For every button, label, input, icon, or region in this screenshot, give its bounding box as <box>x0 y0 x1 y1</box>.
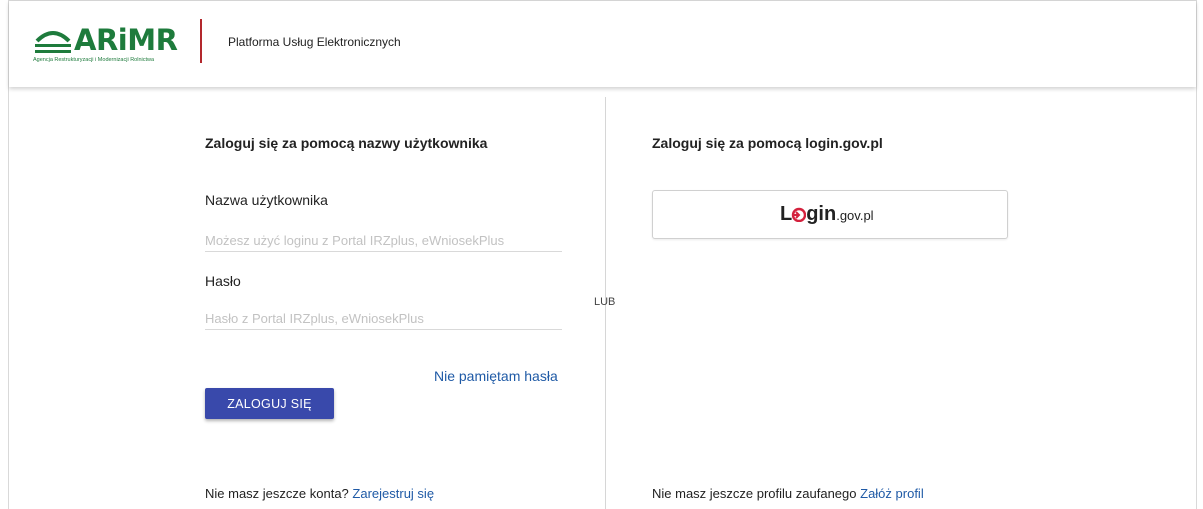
logingov-domain: .gov.pl <box>836 208 874 223</box>
username-label: Nazwa użytkownika <box>205 192 328 208</box>
username-input[interactable] <box>205 230 562 252</box>
page-title: Platforma Usług Elektronicznych <box>228 35 401 49</box>
or-divider-label: LUB <box>594 296 616 308</box>
header-divider <box>200 19 202 63</box>
logo-subtitle: Agencja Restrukturyzacji i Modernizacji … <box>33 57 155 63</box>
username-login-title: Zaloguj się za pomocą nazwy użytkownika <box>205 135 488 151</box>
logingov-button[interactable]: L gin.gov.pl <box>652 190 1008 239</box>
header: ARiMR Agencja Restrukturyzacji i Moderni… <box>9 1 1196 87</box>
frame-right-border <box>1196 0 1197 509</box>
create-profile-link[interactable]: Załóż profil <box>860 486 924 501</box>
logingov-gin: gin <box>806 203 837 225</box>
arimr-roof-icon <box>35 31 71 53</box>
logo-wordmark: ARiMR <box>74 23 178 57</box>
login-button[interactable]: ZALOGUJ SIĘ <box>205 388 334 419</box>
password-input[interactable] <box>205 308 562 330</box>
register-row: Nie masz jeszcze konta? Zarejestruj się <box>205 486 434 501</box>
profile-prompt: Nie masz jeszcze profilu zaufanego <box>652 486 857 501</box>
password-label: Hasło <box>205 273 241 289</box>
login-arrow-icon <box>792 207 807 223</box>
profile-row: Nie masz jeszcze profilu zaufanego Załóż… <box>652 486 924 501</box>
register-link[interactable]: Zarejestruj się <box>352 486 434 501</box>
logingov-logo: L gin.gov.pl <box>780 203 874 226</box>
logingov-login-title: Zaloguj się za pomocą login.gov.pl <box>652 135 883 151</box>
forgot-password-link[interactable]: Nie pamiętam hasła <box>434 368 558 384</box>
arimr-logo[interactable]: ARiMR Agencja Restrukturyzacji i Moderni… <box>33 23 178 65</box>
register-prompt: Nie masz jeszcze konta? <box>205 486 349 501</box>
